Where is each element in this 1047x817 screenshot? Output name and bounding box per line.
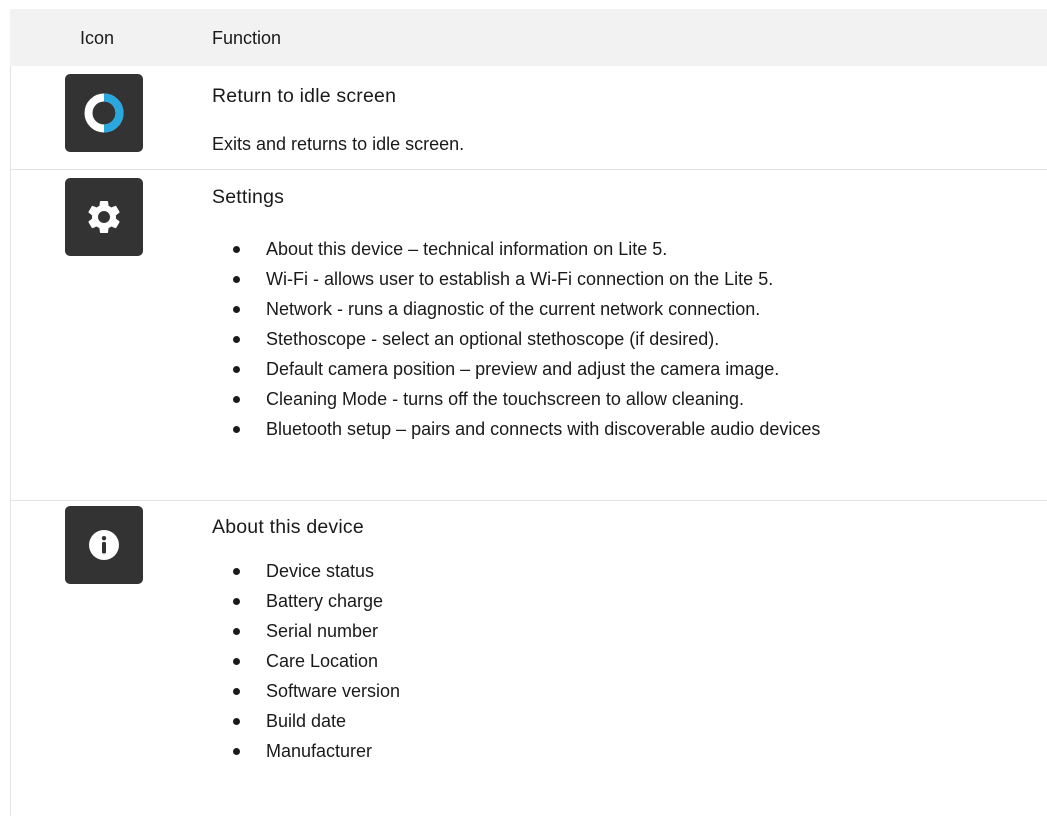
row-desc-return-idle: Exits and returns to idle screen. — [212, 134, 465, 154]
list-item: Cleaning Mode - turns off the touchscree… — [230, 384, 820, 414]
list-item: Default camera position – preview and ad… — [230, 354, 820, 384]
list-item: Build date — [230, 706, 400, 736]
list-item: Care Location — [230, 646, 400, 676]
icon-function-table: Icon Function Return to idle screen Exit… — [10, 9, 1047, 816]
table-header: Icon Function — [10, 9, 1047, 66]
list-item: Manufacturer — [230, 736, 400, 766]
list-item: Battery charge — [230, 586, 400, 616]
header-icon-label: Icon — [80, 28, 115, 48]
idle-screen-ring-icon — [65, 74, 143, 152]
about-device-bullet-list: Device status Battery charge Serial numb… — [230, 556, 400, 766]
list-item: Device status — [230, 556, 400, 586]
table-row-settings: Settings About this device – technical i… — [10, 170, 1047, 501]
row-title-about-device: About this device — [212, 516, 364, 538]
info-icon — [65, 506, 143, 584]
list-item: Software version — [230, 676, 400, 706]
list-item: Network - runs a diagnostic of the curre… — [230, 294, 820, 324]
list-item: Stethoscope - select an optional stethos… — [230, 324, 820, 354]
settings-bullet-list: About this device – technical informatio… — [230, 234, 820, 444]
list-item: About this device – technical informatio… — [230, 234, 820, 264]
row-title-return-idle: Return to idle screen — [212, 85, 397, 107]
gear-icon — [65, 178, 143, 256]
list-item: Bluetooth setup – pairs and connects wit… — [230, 414, 820, 444]
header-function-label: Function — [212, 28, 282, 48]
table-row-about-device: About this device Device status Battery … — [10, 501, 1047, 816]
table-row-return-idle: Return to idle screen Exits and returns … — [10, 66, 1047, 170]
row-title-settings: Settings — [212, 186, 285, 208]
list-item: Serial number — [230, 616, 400, 646]
list-item: Wi-Fi - allows user to establish a Wi-Fi… — [230, 264, 820, 294]
